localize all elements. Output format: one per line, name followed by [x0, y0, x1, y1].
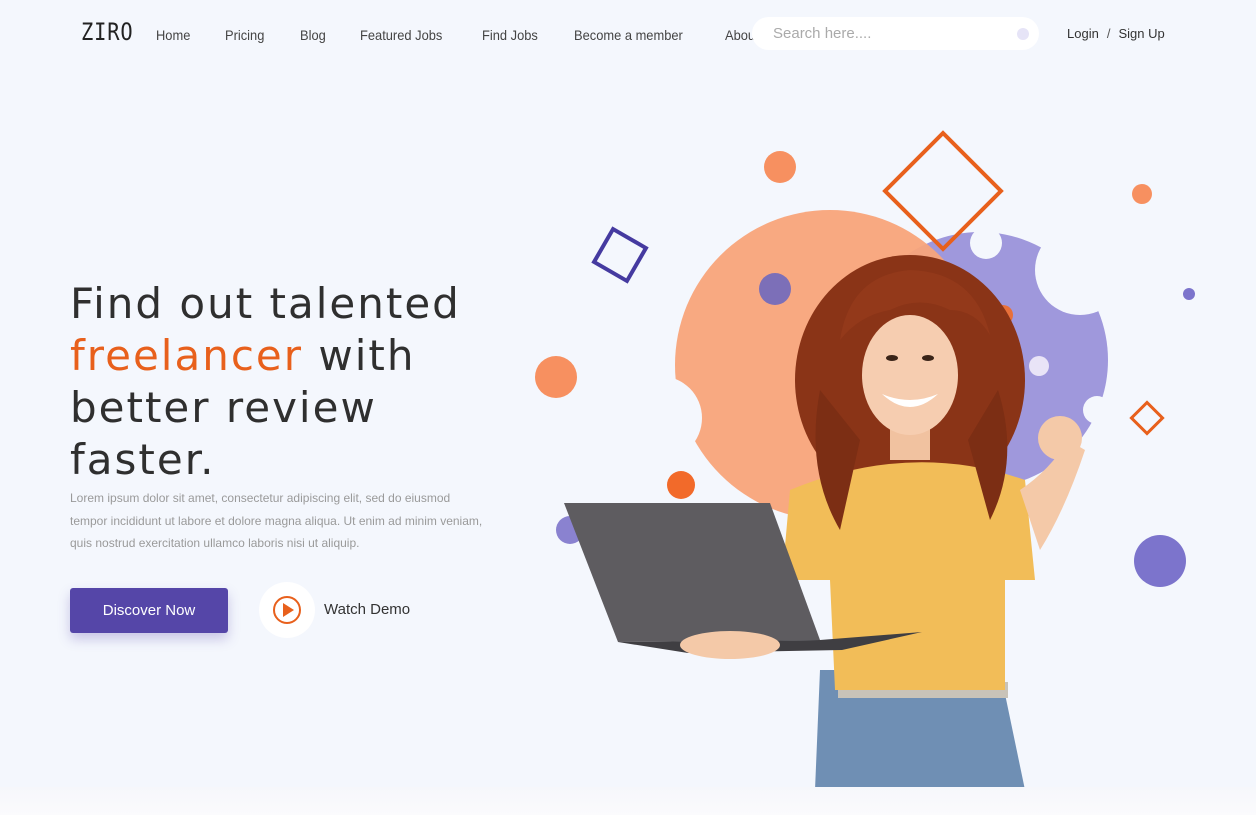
play-button[interactable]: [259, 582, 315, 638]
headline-line4: faster.: [70, 435, 216, 484]
dot-orange: [535, 356, 577, 398]
auth-separator: /: [1106, 26, 1111, 41]
search-icon[interactable]: [1017, 28, 1029, 40]
dot-purple: [1134, 535, 1186, 587]
watch-demo-label[interactable]: Watch Demo: [324, 600, 410, 620]
hero-headline: Find out talented freelancer with better…: [70, 278, 540, 486]
nav-pricing[interactable]: Pricing: [225, 24, 264, 46]
search-box: [752, 17, 1039, 50]
play-icon: [273, 596, 301, 624]
hero-illustration: [535, 130, 1195, 790]
headline-accent: freelancer: [70, 331, 304, 380]
dot-purple: [759, 273, 791, 305]
circle-notch: [643, 253, 687, 297]
circle-notch: [618, 376, 702, 460]
blob-notch: [1083, 396, 1111, 424]
signup-link[interactable]: Sign Up: [1118, 26, 1164, 41]
login-link[interactable]: Login: [1067, 26, 1099, 41]
dot-light: [1029, 356, 1049, 376]
headline-line1: Find out talented: [70, 279, 461, 328]
main-nav: Home Pricing Blog Featured Jobs Find Job…: [156, 24, 814, 46]
nav-blog[interactable]: Blog: [300, 24, 326, 46]
diamond-orange-small: [1129, 400, 1165, 436]
nav-home[interactable]: Home: [156, 24, 190, 46]
dot-orange: [1132, 184, 1152, 204]
discover-now-button[interactable]: Discover Now: [70, 588, 228, 633]
dot-purple: [1183, 288, 1195, 300]
headline-line2: with: [303, 331, 416, 380]
section-divider: [0, 787, 1256, 815]
search-input[interactable]: [771, 24, 1005, 43]
headline-line3: better review: [70, 383, 377, 432]
hero-description: Lorem ipsum dolor sit amet, consectetur …: [70, 491, 483, 550]
nav-featured-jobs[interactable]: Featured Jobs: [360, 24, 442, 46]
blob-notch: [970, 227, 1002, 259]
dot-orange: [764, 151, 796, 183]
blob-notch: [1035, 225, 1125, 315]
nav-find-jobs[interactable]: Find Jobs: [482, 24, 538, 46]
dot-orange: [667, 471, 695, 499]
auth-links: Login / Sign Up: [1067, 24, 1165, 44]
nav-become-member[interactable]: Become a member: [574, 24, 683, 46]
diamond-purple: [591, 226, 649, 284]
logo[interactable]: ZIRO: [81, 18, 134, 46]
